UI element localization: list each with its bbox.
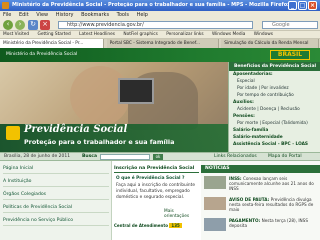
benefit-link[interactable]: Especial bbox=[237, 79, 255, 84]
benefit-link[interactable]: Por idade | Por invalidez bbox=[237, 86, 289, 91]
maximize-icon[interactable]: □ bbox=[298, 1, 307, 10]
benefits-panel: Benefícios da Previdência Social Aposent… bbox=[228, 62, 320, 152]
benefit-link[interactable]: Acidente | Doença | Reclusão bbox=[237, 107, 300, 112]
bookmark-item[interactable]: Personalizar links bbox=[166, 32, 203, 37]
bookmark-item[interactable]: NotFiel graphics bbox=[123, 32, 157, 37]
brasil-logo[interactable]: BRASIL bbox=[270, 50, 310, 60]
forward-icon[interactable]: › bbox=[15, 20, 25, 30]
tab-bar: Ministério da Previdência Social - Pr...… bbox=[0, 39, 320, 48]
benefit-link[interactable]: Assistência Social - BPC - LOAS bbox=[233, 142, 308, 147]
bookmark-item[interactable]: Windows bbox=[254, 32, 273, 37]
tab-label: Ministério da Previdência Social - Pr... bbox=[3, 41, 84, 46]
benefit-link[interactable]: Por tempo de contribuição bbox=[237, 93, 294, 98]
web-page: Ministério da Previdência Social BRASIL … bbox=[0, 48, 320, 240]
benefit-link[interactable]: Salário-maternidade bbox=[233, 135, 283, 140]
benefit-link[interactable]: Salário-família bbox=[233, 128, 268, 133]
menu-edit[interactable]: Edit bbox=[19, 12, 29, 18]
registration-section: Inscrição na Previdência Social O que é … bbox=[114, 161, 199, 240]
benefit-category: Pensões: bbox=[233, 114, 255, 119]
news-item[interactable]: AVISO DE PAUTA: Previdência divulga nest… bbox=[229, 197, 319, 212]
call-center-label: Central de Atendimento bbox=[114, 223, 169, 228]
tab-label: Simulação do Cálculo da Renda Mensal bbox=[224, 41, 309, 46]
registration-heading[interactable]: Inscrição na Previdência Social bbox=[114, 165, 199, 173]
benefit-category: Aposentadorias: bbox=[233, 72, 273, 77]
tab-label: Portal SBC - Sistema Integrado de Benef.… bbox=[109, 41, 201, 46]
hero-title: Previdência Social bbox=[24, 124, 128, 135]
window-titlebar: Ministério da Previdência Social - Prote… bbox=[0, 0, 320, 11]
tab-previdencia[interactable]: Ministério da Previdência Social - Pr... bbox=[0, 39, 104, 48]
registration-text-line: Faça aqui a inscrição do contribuinte bbox=[116, 183, 195, 188]
menu-view[interactable]: View bbox=[36, 12, 48, 18]
bookmark-item[interactable]: Getting Started bbox=[38, 32, 71, 37]
nav-item-home[interactable]: Página Inicial bbox=[3, 163, 109, 174]
more-guidance-link[interactable]: Mais orientações bbox=[164, 209, 199, 219]
search-input[interactable]: Google bbox=[262, 21, 318, 29]
stop-icon[interactable]: × bbox=[40, 20, 50, 30]
news-thumbnail[interactable] bbox=[204, 176, 226, 189]
benefit-link[interactable]: Por morte | Especial (Talidomida) bbox=[237, 121, 308, 126]
search-placeholder: Google bbox=[272, 22, 290, 28]
news-thumbnail[interactable] bbox=[204, 218, 226, 231]
site-search-input[interactable] bbox=[100, 154, 150, 160]
bookmark-item[interactable]: Windows Media bbox=[212, 32, 245, 37]
ministry-name: Ministério da Previdência Social bbox=[6, 52, 78, 57]
menu-bookmarks[interactable]: Bookmarks bbox=[81, 12, 109, 18]
benefits-heading: Benefícios da Previdência Social bbox=[229, 62, 320, 71]
related-links-link[interactable]: Links Relacionados bbox=[214, 153, 257, 161]
news-thumbnail[interactable] bbox=[204, 197, 226, 210]
current-date: Brasília, 28 de junho de 2011 bbox=[4, 154, 71, 159]
hero-subtitle: Proteção para o trabalhador e sua famíli… bbox=[24, 138, 175, 146]
news-item[interactable]: INSS: Conexao lançam seis comunicamente … bbox=[229, 176, 319, 191]
close-icon[interactable]: × bbox=[308, 1, 317, 10]
registration-question[interactable]: O que é Previdência Social ? bbox=[116, 176, 184, 181]
previdencia-logo-icon bbox=[6, 126, 20, 140]
monitor-illustration bbox=[118, 78, 154, 104]
url-text: http://www.previdencia.gov.br/ bbox=[67, 22, 144, 28]
nav-item-institution[interactable]: A Instituição bbox=[3, 176, 109, 187]
news-panel: NOTÍCIAS INSS: Conexao lançam seis comun… bbox=[201, 161, 320, 240]
site-map-link[interactable]: Mapa do Portal bbox=[268, 153, 302, 161]
registration-text-line: doméstico e segurado especial. bbox=[116, 195, 185, 200]
back-icon[interactable]: ‹ bbox=[3, 20, 13, 30]
nav-item-public-service[interactable]: Previdência no Serviço Público bbox=[3, 215, 109, 226]
call-center-banner[interactable]: Central de Atendimento 135 bbox=[114, 221, 199, 230]
bookmark-item[interactable]: Latest Headlines bbox=[79, 32, 115, 37]
minimize-icon[interactable]: _ bbox=[288, 1, 297, 10]
firefox-icon bbox=[2, 2, 9, 9]
menu-tools[interactable]: Tools bbox=[117, 12, 129, 18]
menu-file[interactable]: File bbox=[3, 12, 11, 18]
nav-item-councils[interactable]: Órgãos Colegiados bbox=[3, 189, 109, 200]
hero-banner: Previdência Social Proteção para o traba… bbox=[0, 62, 228, 152]
nav-item-policies[interactable]: Políticas de Previdência Social bbox=[3, 202, 109, 213]
menu-help[interactable]: Help bbox=[137, 12, 148, 18]
registration-text-line: individual, facultativo, empregado bbox=[116, 189, 190, 194]
menu-bar: File Edit View History Bookmarks Tools H… bbox=[0, 11, 320, 19]
news-item[interactable]: PAGAMENTO: Nesta terça (28), INSS deposi… bbox=[229, 218, 319, 228]
search-label: Busca bbox=[82, 154, 98, 159]
bookmark-item[interactable]: Most Visited bbox=[3, 32, 29, 37]
left-nav-menu: Página Inicial A Instituição Órgãos Cole… bbox=[0, 161, 112, 240]
navigation-toolbar: ‹ › ↻ × http://www.previdencia.gov.br/ G… bbox=[0, 19, 320, 31]
url-input[interactable]: http://www.previdencia.gov.br/ bbox=[58, 21, 253, 29]
news-heading: NOTÍCIAS bbox=[201, 165, 320, 173]
menu-history[interactable]: History bbox=[56, 12, 74, 18]
benefit-category: Auxílios: bbox=[233, 100, 254, 105]
reload-icon[interactable]: ↻ bbox=[28, 20, 38, 30]
bookmarks-toolbar: Most Visited Getting Started Latest Head… bbox=[0, 31, 320, 39]
call-center-number: 135 bbox=[169, 223, 182, 228]
tab-simulacao[interactable]: Simulação do Cálculo da Renda Mensal bbox=[221, 39, 320, 48]
window-title: Ministério da Previdência Social - Prote… bbox=[12, 2, 291, 8]
search-date-bar: Brasília, 28 de junho de 2011 Busca ok L… bbox=[0, 152, 320, 161]
news-text: Conexao lançam seis comunicamente alcunh… bbox=[229, 176, 314, 191]
search-ok-button[interactable]: ok bbox=[153, 154, 163, 160]
tab-portal-sbc[interactable]: Portal SBC - Sistema Integrado de Benef.… bbox=[106, 39, 219, 48]
